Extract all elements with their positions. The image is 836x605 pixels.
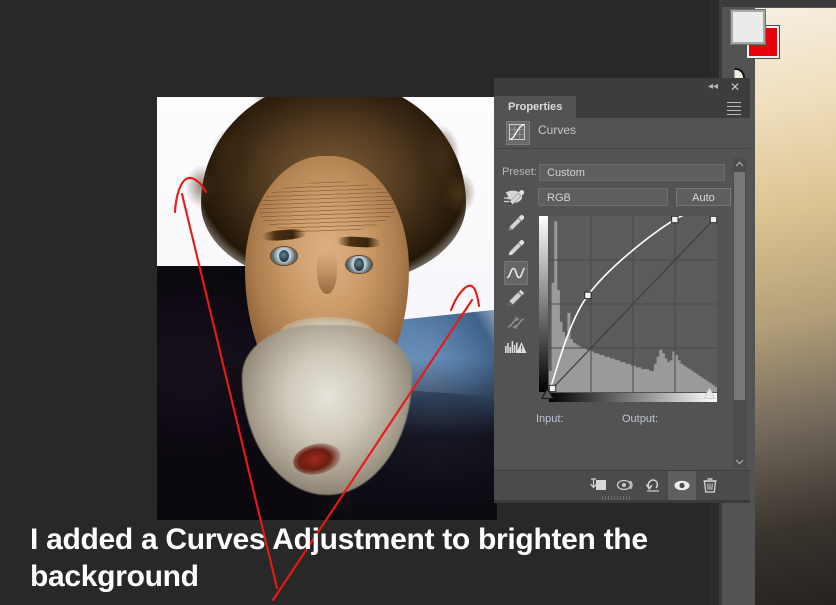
- curves-icon: [506, 121, 530, 145]
- channel-row: RGB Auto: [494, 188, 750, 210]
- panel-bottom-edge: [494, 500, 750, 503]
- reset-adjustment-button[interactable]: [640, 471, 668, 500]
- histogram: [549, 216, 717, 392]
- tab-properties[interactable]: Properties: [494, 96, 577, 118]
- input-output-readout: Input: Output:: [536, 413, 746, 427]
- channel-select[interactable]: RGB: [538, 188, 668, 206]
- panel-titlebar[interactable]: ◂◂ ✕: [494, 78, 750, 96]
- gradient-document-thumbnail[interactable]: [755, 8, 836, 605]
- input-label: Input:: [536, 413, 564, 425]
- white-point-eyedropper[interactable]: [504, 236, 528, 260]
- close-icon[interactable]: ✕: [728, 80, 742, 94]
- adjustment-header: Curves: [494, 118, 750, 146]
- eye-left: [270, 247, 297, 265]
- black-point-eyedropper[interactable]: [504, 186, 528, 210]
- preset-row: Preset: Custom: [494, 164, 750, 182]
- toggle-layer-visibility-button[interactable]: [668, 471, 696, 500]
- top-chrome-bar: [710, 0, 836, 7]
- gray-point-eyedropper[interactable]: [504, 211, 528, 235]
- pupil-left: [279, 249, 290, 263]
- white-point-slider[interactable]: [703, 388, 716, 399]
- header-divider: [494, 148, 750, 149]
- delete-adjustment-layer-button[interactable]: [696, 471, 724, 500]
- photo-subject: [157, 97, 497, 520]
- preset-select[interactable]: Custom: [539, 164, 725, 181]
- caption-text: I added a Curves Adjustment to brighten …: [30, 523, 648, 593]
- edit-points-curve-tool[interactable]: [504, 261, 528, 285]
- panel-scrollbar-thumb[interactable]: [734, 172, 745, 400]
- page-title: Curves: [538, 123, 577, 137]
- photoshop-screenshot: I added a Curves Adjustment to brighten …: [0, 0, 836, 605]
- panel-tab-strip: Properties: [494, 96, 750, 118]
- panel-footer-toolbar: [494, 470, 750, 501]
- output-label: Output:: [622, 413, 659, 425]
- curves-tool-column: [504, 186, 528, 361]
- auto-button[interactable]: Auto: [676, 188, 731, 206]
- panel-menu-icon[interactable]: [727, 102, 741, 115]
- preset-label: Preset:: [502, 166, 537, 178]
- portrait-photo[interactable]: [157, 97, 497, 520]
- black-point-slider[interactable]: [541, 388, 554, 399]
- black-white-point-sliders[interactable]: [539, 388, 718, 402]
- scroll-down-arrow-icon[interactable]: [733, 455, 746, 468]
- nose: [317, 249, 337, 294]
- curves-graph[interactable]: [539, 216, 717, 402]
- pencil-draw-curve-tool[interactable]: [504, 286, 528, 310]
- histogram-clipping-warning-icon[interactable]: [504, 336, 528, 360]
- smooth-curve-tool[interactable]: [504, 311, 528, 335]
- foreground-color-swatch[interactable]: [731, 10, 765, 44]
- eye-right: [345, 255, 372, 274]
- pupil-right: [353, 258, 365, 271]
- curves-plot-area[interactable]: [549, 216, 717, 392]
- color-swatches[interactable]: [731, 10, 779, 58]
- scroll-up-arrow-icon[interactable]: [733, 158, 746, 171]
- collapse-panel-icon[interactable]: ◂◂: [706, 81, 720, 93]
- output-gradient-strip: [539, 216, 548, 392]
